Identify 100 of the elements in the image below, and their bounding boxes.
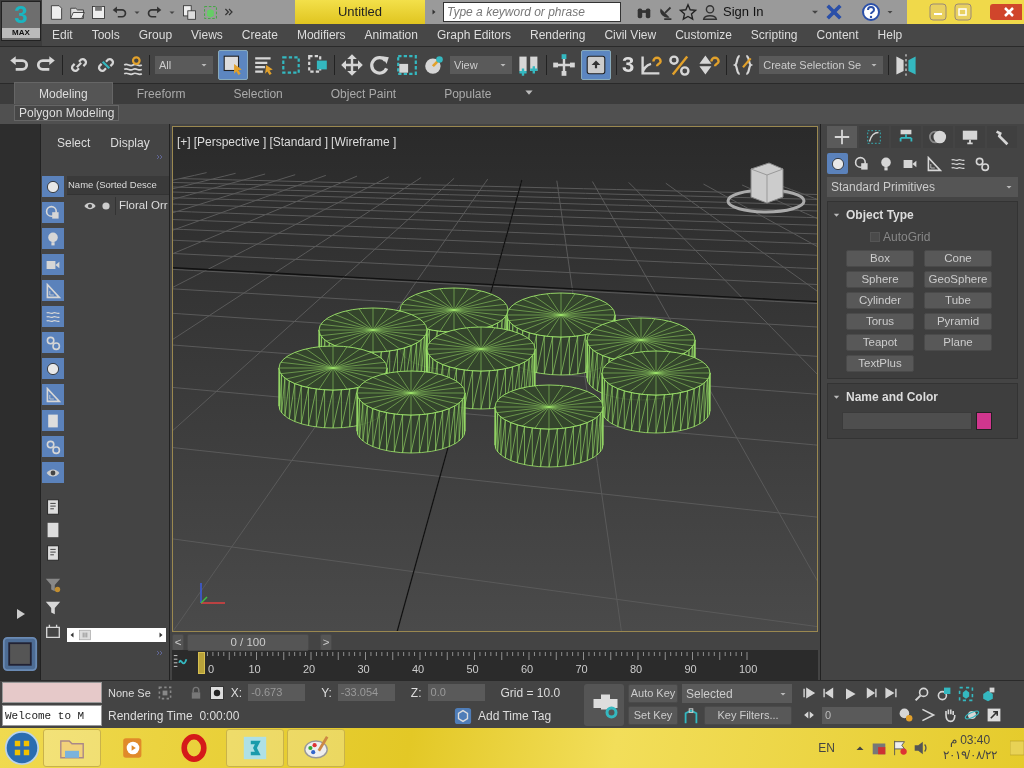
menu-item[interactable]: Customize [665, 26, 741, 44]
menu-item[interactable]: Civil View [594, 26, 666, 44]
motion-tab[interactable] [923, 126, 953, 148]
next-frame-button[interactable]: > [320, 633, 332, 651]
primitive-button[interactable]: Cylinder [846, 292, 914, 309]
current-frame-field[interactable]: 0 [822, 706, 892, 724]
more-chevron-icon[interactable] [223, 6, 235, 18]
previous-frame-button[interactable]: < [172, 633, 184, 651]
manipulate-icon[interactable] [552, 53, 576, 77]
menu-item[interactable]: Views [181, 26, 232, 44]
frame-filter-button[interactable] [42, 332, 64, 353]
view-cube-icon[interactable] [726, 162, 806, 214]
primitive-button[interactable]: Teapot [846, 334, 914, 351]
select-object-button[interactable] [218, 50, 248, 80]
viewport-label[interactable]: [Standard ] [269, 133, 329, 151]
project-folder-icon[interactable] [181, 3, 198, 21]
menu-item[interactable]: Scripting [740, 26, 807, 44]
save-icon[interactable] [90, 3, 107, 21]
action-center-flag-icon[interactable] [891, 739, 909, 757]
viewport-layout-icon[interactable] [2, 636, 38, 672]
user-icon[interactable] [701, 3, 719, 21]
zoom-extents-icon[interactable] [958, 685, 974, 702]
geometry-category-button[interactable] [827, 153, 848, 174]
column-header[interactable]: Name (Sorted Desce [67, 176, 169, 196]
primitive-button[interactable]: Sphere [846, 271, 914, 288]
wireframe-model-drawing[interactable] [278, 287, 711, 468]
scene-object-name[interactable]: Floral Orr [115, 197, 168, 215]
listener-input-field[interactable] [2, 682, 102, 703]
set-key-button[interactable]: Set Key [628, 706, 678, 725]
create-tab[interactable] [827, 126, 857, 148]
primitive-button[interactable]: GeoSphere [924, 271, 992, 288]
zoom-icon[interactable] [914, 685, 930, 702]
rollout-title[interactable]: Object Type [846, 206, 914, 224]
geometry-filter-button[interactable] [42, 176, 64, 197]
horizontal-scrollbar[interactable] [67, 628, 166, 642]
rotate-icon[interactable] [369, 54, 391, 76]
curve-editor-icon[interactable] [172, 652, 190, 670]
reference-coordinate-dropdown[interactable]: View [450, 56, 512, 74]
menu-item[interactable]: Animation [354, 26, 427, 44]
category-dropdown[interactable]: Standard Primitives [827, 177, 1018, 197]
scroll-thumb[interactable] [77, 629, 93, 641]
sign-in-link[interactable]: Sign In [723, 2, 805, 22]
go-to-end-icon[interactable] [884, 685, 898, 700]
particle-filter-button[interactable] [42, 436, 64, 457]
set-key-mode-button[interactable] [584, 683, 624, 726]
clock[interactable]: 03:40 م ٢٠١٩/٠٨/٢٢ [933, 733, 1007, 763]
time-slider-thumb[interactable]: 0 / 100 [187, 634, 309, 651]
language-indicator[interactable]: EN [818, 739, 835, 757]
ribbon-tab[interactable]: Populate [420, 83, 516, 104]
menu-item[interactable]: Create [231, 26, 287, 44]
exchange-x-icon[interactable] [825, 3, 843, 21]
maximize-viewport-icon[interactable] [986, 707, 1002, 723]
select-by-name-icon[interactable] [253, 54, 275, 76]
bone-filter-button[interactable] [42, 358, 64, 379]
menu-item[interactable]: Graph Editors [426, 26, 520, 44]
key-filter-icon[interactable] [682, 706, 700, 725]
time-tag-icon[interactable] [454, 707, 472, 726]
start-button-icon[interactable] [4, 730, 40, 766]
menu-item[interactable]: Content [806, 26, 868, 44]
space-warp-filter-button[interactable] [42, 306, 64, 327]
selection-lock-icon[interactable] [156, 684, 173, 701]
absolute-mode-icon[interactable] [208, 684, 225, 701]
spinner-snap-icon[interactable] [697, 53, 722, 77]
add-time-tag-button[interactable]: Add Time Tag [478, 707, 552, 726]
move-icon[interactable] [340, 53, 364, 77]
key-filters-button[interactable]: Key Filters... [704, 706, 792, 725]
ribbon-tab[interactable]: Selection [209, 83, 307, 104]
menu-item[interactable]: Help [867, 26, 912, 44]
app-menu-button[interactable]: 3 MAX [1, 1, 41, 41]
primitive-button[interactable]: Pyramid [924, 313, 992, 330]
helper-filter-button[interactable] [42, 280, 64, 301]
orbit-icon[interactable] [964, 707, 980, 723]
ribbon-tab[interactable]: Object Paint [306, 83, 421, 104]
volume-icon[interactable] [912, 739, 930, 757]
scale-icon[interactable] [396, 54, 418, 76]
key-mode-dropdown[interactable]: Selected [682, 684, 792, 703]
explorer-tab[interactable]: Display [110, 134, 150, 152]
edit-named-selection-icon[interactable] [732, 54, 755, 76]
document-icon[interactable] [44, 543, 62, 563]
camera-filter-button[interactable] [42, 254, 64, 275]
placement-icon[interactable] [423, 54, 445, 76]
eye-filter-button[interactable] [42, 462, 64, 483]
primitive-button[interactable]: Tube [924, 292, 992, 309]
zoom-extents-all-icon[interactable] [980, 685, 996, 702]
minimize-icon[interactable] [926, 2, 950, 22]
modify-tab[interactable] [859, 126, 889, 148]
field-of-view-icon[interactable] [920, 707, 936, 723]
menu-item[interactable]: Tools [81, 26, 129, 44]
menu-item[interactable]: Group [128, 26, 182, 44]
shapes-filter-button[interactable] [42, 202, 64, 223]
taskbar-app-button[interactable] [287, 729, 345, 767]
bind-to-space-warp-icon[interactable] [122, 54, 144, 76]
display-tab[interactable] [955, 126, 985, 148]
light-filter-button[interactable] [42, 228, 64, 249]
menu-item[interactable]: Rendering [520, 26, 595, 44]
viewport-label[interactable]: [Wireframe ] [331, 133, 397, 151]
auto-key-button[interactable]: Auto Key [628, 684, 678, 703]
rollout-title[interactable]: Name and Color [846, 388, 938, 406]
help-icon[interactable] [861, 2, 881, 22]
listener-output-field[interactable]: Welcome to M [2, 705, 102, 726]
